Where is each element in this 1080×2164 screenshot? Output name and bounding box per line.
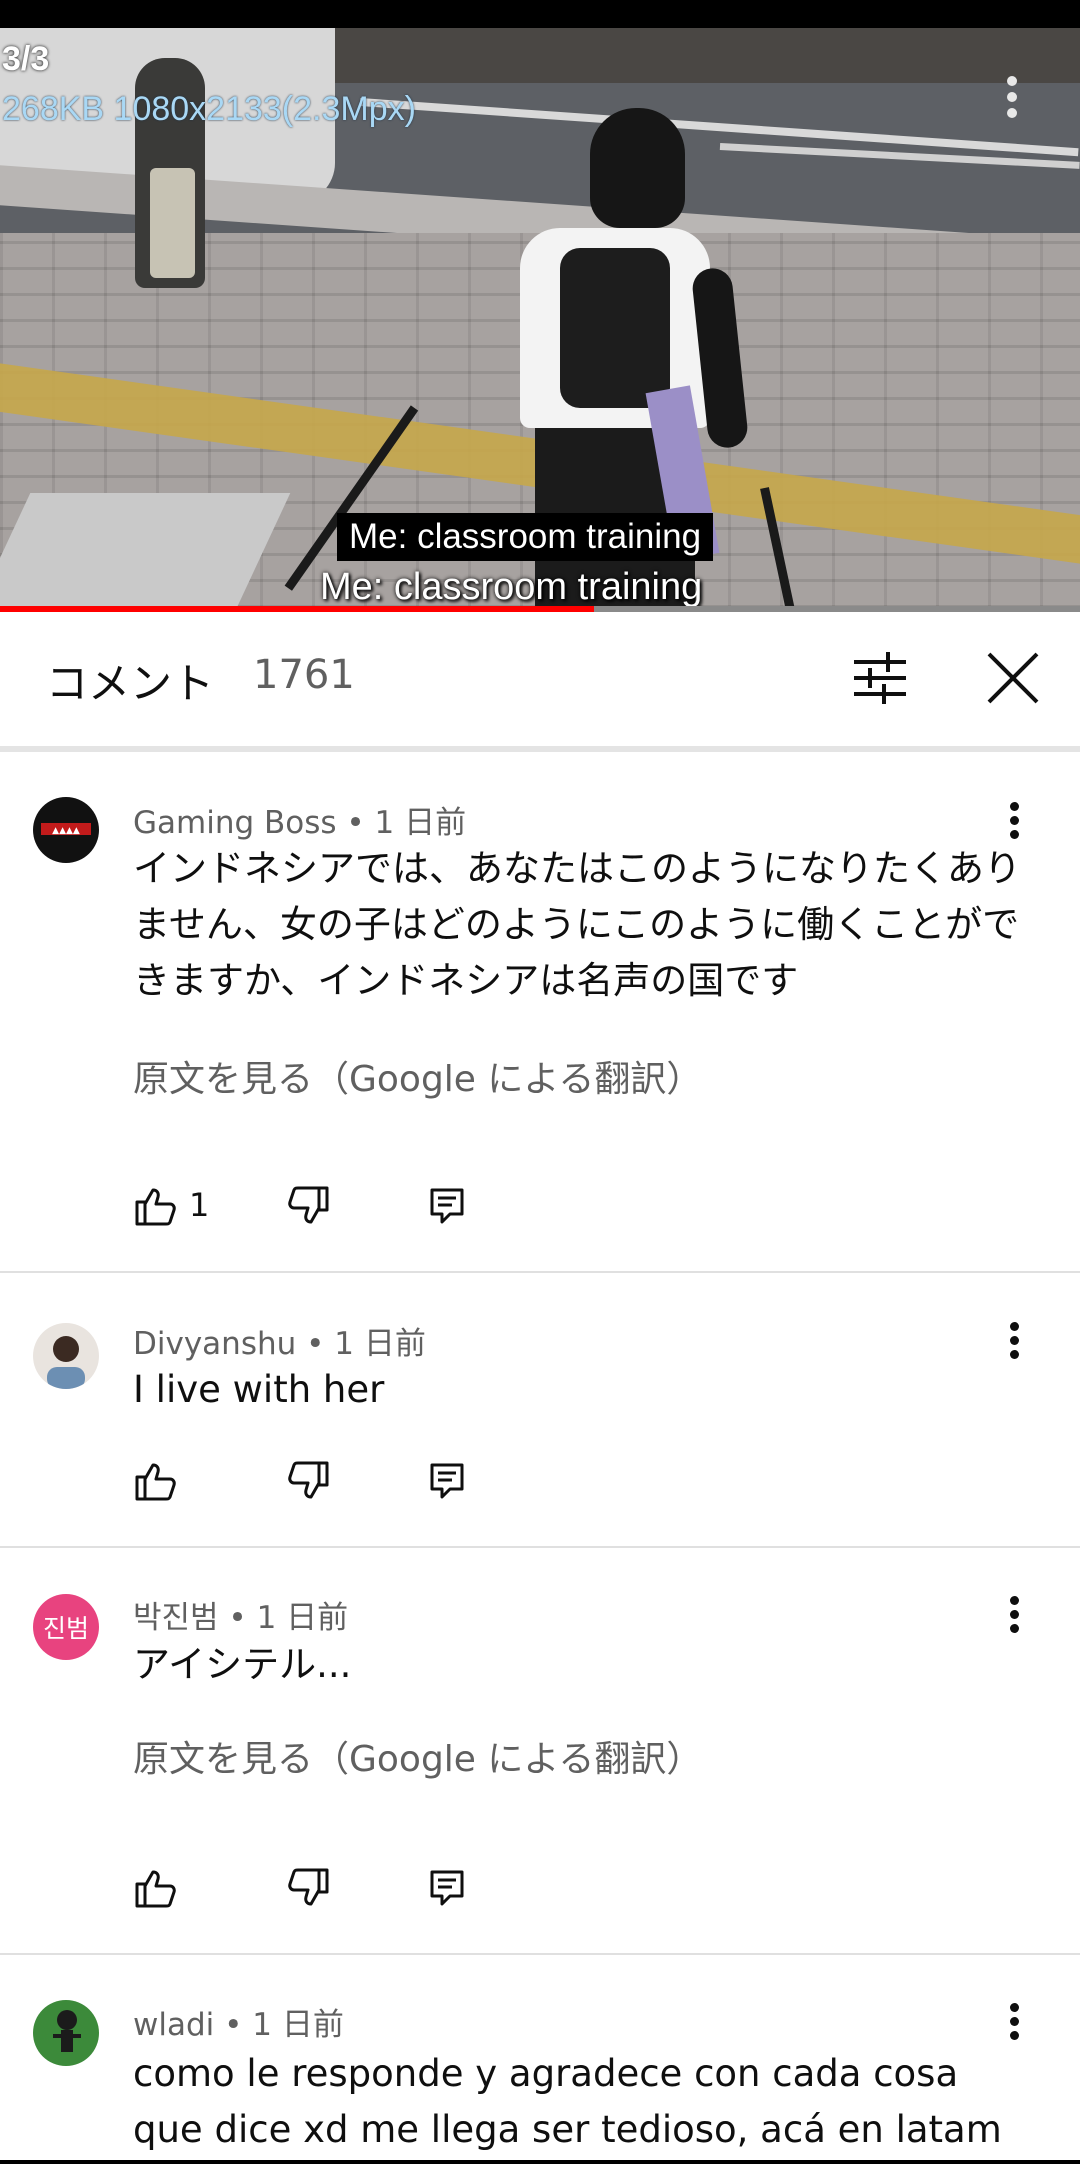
avatar[interactable]: ▲▲▲▲ — [33, 797, 99, 863]
image-info: 268KB 1080x2133(2.3Mpx) — [2, 90, 416, 128]
header-divider — [0, 746, 1080, 752]
avatar[interactable]: 진범 — [33, 1594, 99, 1660]
avatar[interactable] — [33, 1323, 99, 1389]
background-buildings — [330, 28, 1080, 83]
thumbs-down-icon[interactable] — [287, 1184, 331, 1228]
thumbs-up-icon[interactable] — [133, 1866, 177, 1910]
comment-author[interactable]: Gaming Boss — [133, 805, 337, 841]
comment-author[interactable]: Divyanshu — [133, 1326, 296, 1362]
thumbs-up-icon[interactable] — [133, 1459, 177, 1503]
comment-actions — [133, 1866, 533, 1910]
comment-text: como le responde y agradece con cada cos… — [133, 2052, 1002, 2151]
avatar-initials: 진범 — [42, 1614, 89, 1643]
caption-burned-in: Me: classroom training — [320, 566, 703, 608]
more-options-icon[interactable] — [1000, 1318, 1030, 1364]
sliders-icon[interactable] — [852, 650, 908, 706]
comment-divider — [0, 1271, 1080, 1273]
bottom-edge — [0, 2160, 1080, 2164]
comment-actions — [133, 1459, 533, 1503]
comment-text: I live with her — [133, 1368, 385, 1411]
more-options-icon[interactable] — [1000, 798, 1030, 844]
comment-meta: 박진범 • 1 日前 — [133, 1600, 349, 1636]
comments-title: コメント — [46, 659, 215, 708]
comment-author[interactable]: wladi — [133, 2007, 214, 2043]
thumbs-down-icon[interactable] — [287, 1866, 331, 1910]
see-original-link[interactable]: 原文を見る（Google による翻訳） — [133, 1730, 702, 1782]
girl-head — [590, 108, 685, 228]
more-options-icon[interactable] — [1000, 1592, 1030, 1638]
comment-divider — [0, 1953, 1080, 1955]
comment-meta: wladi • 1 日前 — [133, 2007, 344, 2043]
comment-age: 1 日前 — [334, 1326, 426, 1362]
comment-author[interactable]: 박진범 — [133, 1600, 219, 1636]
comment-actions: 1 — [133, 1184, 533, 1228]
comment-age: 1 日前 — [374, 805, 467, 841]
comment-age: 1 日前 — [256, 1600, 349, 1636]
reply-icon[interactable] — [426, 1184, 470, 1228]
pedestrian-legs — [150, 168, 195, 278]
comment-age: 1 日前 — [252, 2007, 344, 2043]
shirt-print — [560, 248, 670, 408]
caption-box: Me: classroom training — [337, 513, 714, 561]
comment-meta: Divyanshu • 1 日前 — [133, 1326, 426, 1362]
comment-text: インドネシアでは、あなたはこのようになりたくありません、女の子はどのようにこのよ… — [133, 847, 1021, 1002]
see-original-link[interactable]: 原文を見る（Google による翻訳） — [133, 1050, 702, 1102]
vertical-dots-icon[interactable] — [1000, 72, 1024, 122]
reply-icon[interactable] — [426, 1866, 470, 1910]
thumbs-down-icon[interactable] — [287, 1459, 331, 1503]
comments-count: 1761 — [253, 652, 355, 698]
comment-text: アイシテル... — [133, 1643, 352, 1686]
svg-text:▲▲▲▲: ▲▲▲▲ — [52, 826, 80, 836]
more-options-icon[interactable] — [1000, 1999, 1030, 2045]
reply-icon[interactable] — [426, 1459, 470, 1503]
close-icon[interactable] — [985, 650, 1041, 706]
avatar[interactable] — [33, 2000, 99, 2066]
thumbs-up-icon[interactable] — [133, 1184, 177, 1228]
comment-meta: Gaming Boss • 1 日前 — [133, 805, 467, 841]
comment-divider — [0, 1546, 1080, 1548]
image-counter: 3/3 — [2, 40, 50, 78]
status-bar — [0, 0, 1080, 28]
like-count: 1 — [189, 1186, 210, 1224]
